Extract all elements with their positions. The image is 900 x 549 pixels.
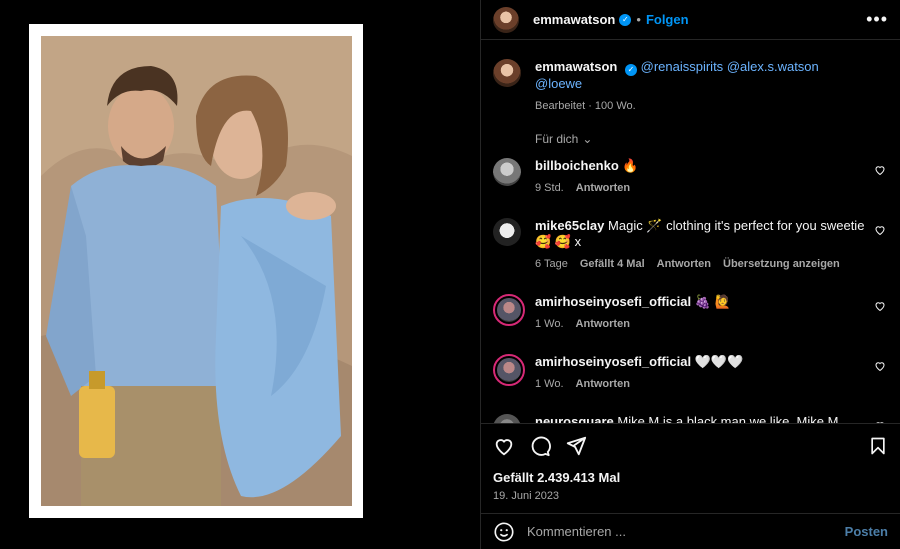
photo-frame (29, 24, 363, 518)
comment-sort-label: Für dich (535, 132, 579, 146)
comment-username[interactable]: neurosquare (535, 414, 614, 423)
chevron-down-icon: ⌄ (582, 132, 593, 146)
photo-illustration (41, 36, 352, 506)
comment-input[interactable] (527, 524, 833, 539)
comment-item: amirhoseinyosefi_official 🍇 🙋 1 Wo. Antw… (493, 294, 888, 332)
like-comment-icon[interactable] (874, 360, 886, 372)
caption-meta: Bearbeitet · 100 Wo. (535, 100, 636, 112)
reply-button[interactable]: Antworten (576, 316, 630, 332)
comment-item: mike65clay Magic 🪄 clothing it's perfect… (493, 218, 888, 272)
like-comment-icon[interactable] (874, 164, 886, 176)
follow-button[interactable]: Folgen (646, 12, 689, 27)
post-media (0, 0, 480, 549)
share-icon[interactable] (565, 435, 587, 457)
comment-composer: Posten (481, 513, 900, 549)
likes-count[interactable]: Gefällt 2.439.413 Mal (493, 470, 888, 485)
comment-username[interactable]: billboichenko (535, 158, 619, 173)
comments-list[interactable]: emmawatson ✓ @renaisspirits @alex.s.wats… (481, 41, 900, 423)
verified-badge-icon: ✓ (625, 64, 637, 76)
mention-link[interactable]: @loewe (535, 76, 582, 91)
reply-button[interactable]: Antworten (576, 180, 630, 196)
commenter-avatar[interactable] (493, 354, 525, 386)
mention-link[interactable]: @renaisspirits (641, 59, 724, 74)
comment-item: neurosquare Mike M is a black man we lik… (493, 414, 888, 423)
comment-text: 🔥 (622, 158, 639, 173)
reply-button[interactable]: Antworten (657, 256, 711, 272)
comment-username[interactable]: mike65clay (535, 218, 604, 233)
post-comment-button[interactable]: Posten (845, 524, 888, 539)
emoji-icon[interactable] (493, 521, 515, 543)
comment-time: 1 Wo. (535, 318, 564, 330)
reply-button[interactable]: Antworten (576, 376, 630, 392)
comment-time: 1 Wo. (535, 378, 564, 390)
author-username[interactable]: emmawatson (533, 12, 615, 27)
commenter-avatar[interactable] (493, 294, 525, 326)
comment-text: 🍇 🙋 (694, 294, 731, 309)
bookmark-icon[interactable] (868, 435, 888, 457)
commenter-avatar[interactable] (493, 414, 521, 423)
author-avatar[interactable] (493, 6, 519, 33)
comment-item: billboichenko 🔥 9 Std. Antworten (493, 158, 888, 196)
separator-dot: • (636, 12, 641, 27)
verified-badge-icon: ✓ (619, 13, 632, 26)
like-comment-icon[interactable] (874, 224, 886, 236)
comment-icon[interactable] (529, 435, 551, 457)
commenter-avatar[interactable] (493, 158, 521, 186)
caption-author[interactable]: emmawatson (535, 59, 617, 74)
more-options-icon[interactable]: ••• (866, 9, 888, 30)
comment-time: 9 Std. (535, 182, 564, 194)
caption: emmawatson ✓ @renaisspirits @alex.s.wats… (493, 59, 888, 114)
like-comment-icon[interactable] (874, 300, 886, 312)
comment-sort-dropdown[interactable]: Für dich ⌄ (535, 132, 888, 146)
heart-icon[interactable] (493, 435, 515, 457)
commenter-avatar[interactable] (493, 218, 521, 246)
comment-time: 6 Tage (535, 258, 568, 270)
comment-username[interactable]: amirhoseinyosefi_official (535, 294, 691, 309)
post-sidebar: emmawatson ✓ • Folgen ••• emmawatson ✓ @… (480, 0, 900, 549)
post-header: emmawatson ✓ • Folgen ••• (481, 0, 900, 40)
comment-text: 🤍🤍🤍 (694, 354, 744, 369)
comment-username[interactable]: amirhoseinyosefi_official (535, 354, 691, 369)
comment-likes[interactable]: Gefällt 4 Mal (580, 256, 645, 272)
post-actions: Gefällt 2.439.413 Mal 19. Juni 2023 (481, 423, 900, 510)
mention-link[interactable]: @alex.s.watson (727, 59, 819, 74)
comment-item: amirhoseinyosefi_official 🤍🤍🤍 1 Wo. Antw… (493, 354, 888, 392)
translate-button[interactable]: Übersetzung anzeigen (723, 256, 840, 272)
post-photo[interactable] (41, 36, 352, 506)
author-avatar[interactable] (493, 59, 521, 87)
post-date[interactable]: 19. Juni 2023 (493, 490, 888, 502)
